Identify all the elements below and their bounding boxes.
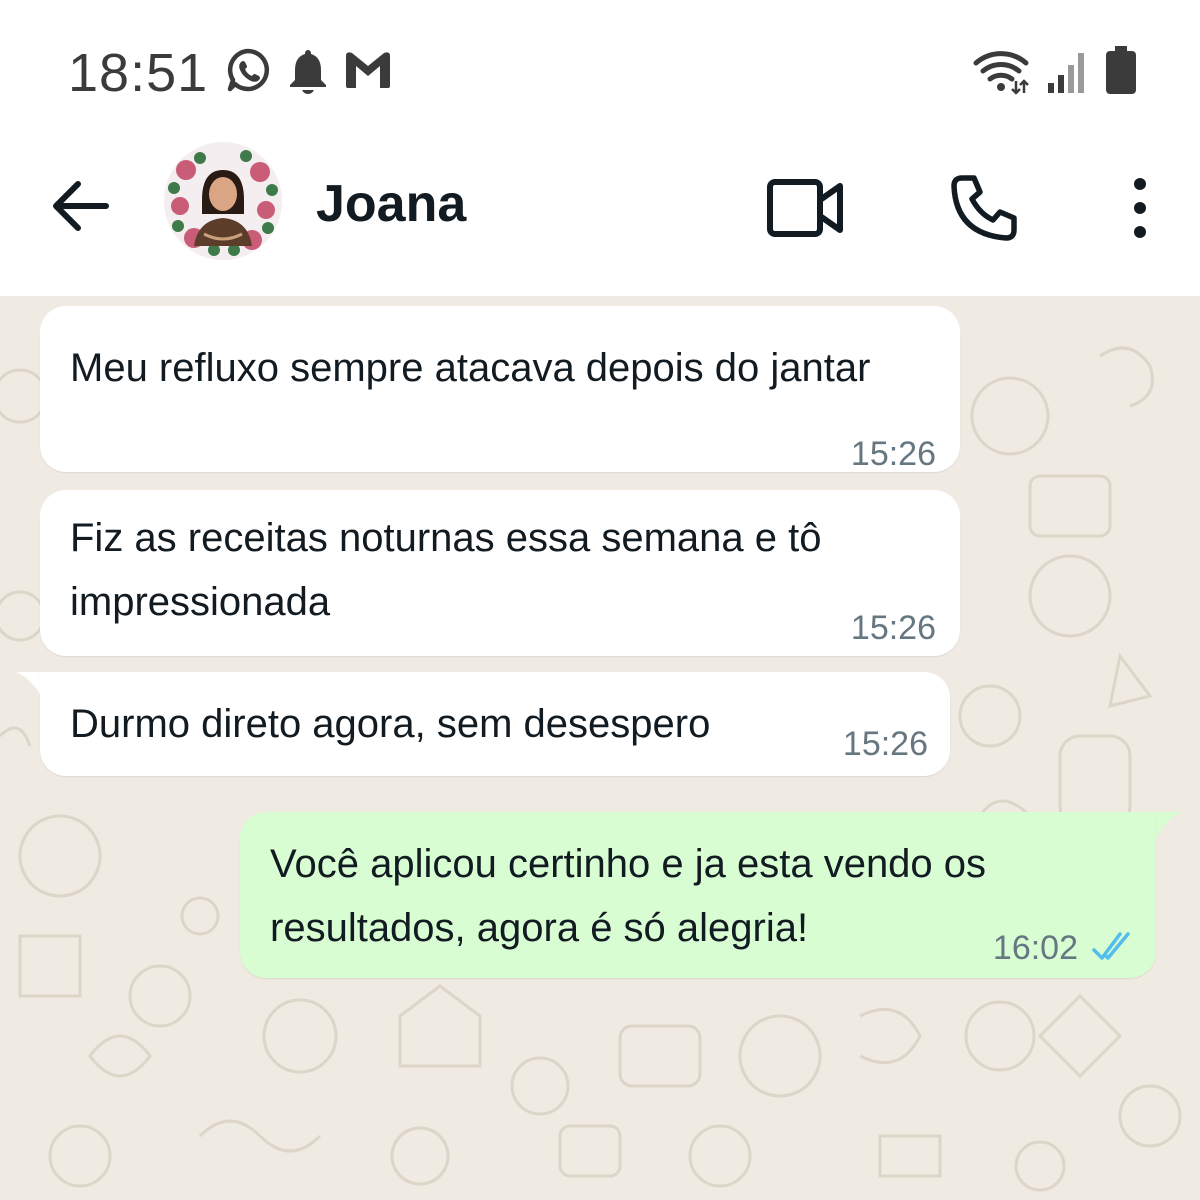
message-text: Fiz as receitas noturnas essa semana e t… xyxy=(70,516,822,624)
gmail-icon xyxy=(344,50,392,90)
message-timestamp: 15:26 xyxy=(842,725,928,763)
notification-bell-icon xyxy=(286,46,330,94)
message-text: Meu refluxo sempre atacava depois do jan… xyxy=(70,346,871,390)
message-text: Você aplicou certinho e ja esta vendo os… xyxy=(270,842,987,950)
video-camera-icon xyxy=(767,179,843,237)
message-bubble-incoming[interactable]: Meu refluxo sempre atacava depois do jan… xyxy=(40,306,960,473)
message-bubble-incoming[interactable]: Fiz as receitas noturnas essa semana e t… xyxy=(40,490,960,656)
video-call-button[interactable] xyxy=(766,168,846,248)
status-time: 18:51 xyxy=(68,43,209,103)
chat-header: Joana xyxy=(0,140,1200,296)
message-text: Durmo direto agora, sem desespero xyxy=(70,702,711,746)
avatar[interactable] xyxy=(164,142,282,260)
whatsapp-chat-screen: 18:51 Joana Meu refluxo sempre atacava d… xyxy=(0,0,1200,1200)
message-timestamp: 15:26 xyxy=(850,435,936,473)
battery-icon xyxy=(1104,46,1138,96)
whatsapp-icon xyxy=(224,46,272,94)
message-timestamp: 15:26 xyxy=(850,609,936,647)
wifi-icon xyxy=(972,47,1032,95)
status-bar: 18:51 xyxy=(0,0,1200,140)
message-timestamp: 16:02 xyxy=(992,929,1078,967)
avatar-photo xyxy=(164,142,282,260)
back-arrow-icon xyxy=(53,181,109,231)
message-bubble-outgoing[interactable]: Você aplicou certinho e ja esta vendo os… xyxy=(240,812,1156,978)
more-vertical-icon xyxy=(1134,178,1146,238)
bubble-tail-outgoing xyxy=(1154,812,1182,842)
contact-name[interactable]: Joana xyxy=(316,174,466,234)
phone-icon xyxy=(951,175,1017,241)
status-right-icons xyxy=(972,46,1138,96)
back-button[interactable] xyxy=(44,170,116,242)
voice-call-button[interactable] xyxy=(944,168,1024,248)
double-check-read-icon xyxy=(1092,932,1130,960)
status-left-icons xyxy=(224,46,392,94)
more-options-button[interactable] xyxy=(1100,168,1180,248)
chat-area[interactable]: Meu refluxo sempre atacava depois do jan… xyxy=(0,296,1200,1200)
signal-icon xyxy=(1046,47,1090,95)
message-bubble-incoming[interactable]: Durmo direto agora, sem desespero 15:26 xyxy=(40,672,950,776)
